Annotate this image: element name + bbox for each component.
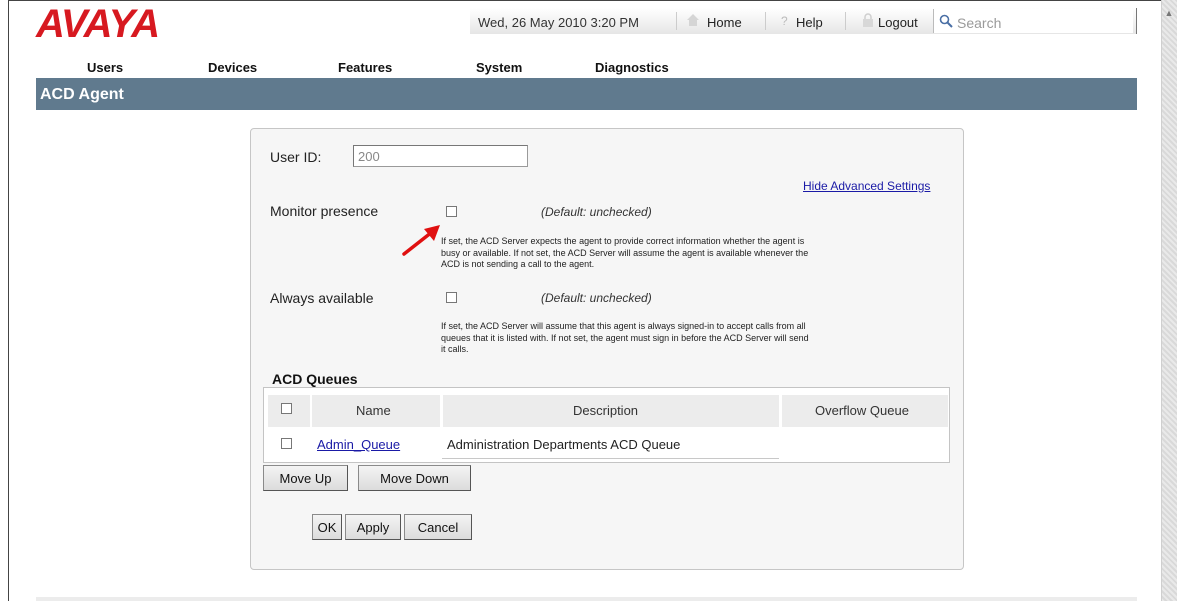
scroll-up-icon[interactable]: ▲ [1164,8,1174,18]
queue-name-link[interactable]: Admin_Queue [317,437,400,452]
divider [676,12,677,30]
help-icon[interactable]: ? [781,14,788,28]
search-placeholder[interactable]: Search [957,15,1001,31]
column-name[interactable]: Name [356,403,391,418]
logout-link[interactable]: Logout [878,15,918,30]
help-line: it calls. [441,344,469,354]
window-frame-top [8,0,1177,1]
cancel-button[interactable]: Cancel [404,514,472,540]
page-title: ACD Agent [40,86,124,103]
avaya-logo: AVAYA [36,2,160,46]
column-overflow-queue[interactable]: Overflow Queue [815,403,909,418]
select-all-checkbox[interactable] [281,403,292,414]
annotation-arrow-icon [402,225,440,256]
help-link[interactable]: Help [796,15,823,30]
vertical-scrollbar[interactable] [1161,0,1177,601]
monitor-presence-label: Monitor presence [270,203,379,219]
divider [765,12,766,30]
help-line: busy or available. If not set, the ACD S… [441,247,809,258]
home-link[interactable]: Home [707,15,742,30]
lock-icon[interactable] [862,13,874,27]
queue-description: Administration Departments ACD Queue [447,437,681,452]
always-available-label: Always available [270,290,374,306]
row-divider [442,458,779,459]
window-frame-left [8,0,9,601]
divider [1136,8,1137,34]
nav-users[interactable]: Users [87,60,123,75]
move-down-button[interactable]: Move Down [358,465,471,491]
acd-queues-heading: ACD Queues [272,371,358,387]
divider [845,12,846,30]
nav-diagnostics[interactable]: Diagnostics [595,60,669,75]
always-available-help: If set, the ACD Server will assume that … [441,321,809,356]
footer-strip [36,597,1137,601]
help-line: queues that it is listed with. If not se… [441,332,809,343]
page-title-bar [36,78,1137,110]
always-available-default: (Default: unchecked) [541,291,652,305]
monitor-presence-help: If set, the ACD Server expects the agent… [441,236,808,271]
current-datetime: Wed, 26 May 2010 3:20 PM [478,15,639,30]
nav-devices[interactable]: Devices [208,60,257,75]
column-description[interactable]: Description [573,403,638,418]
nav-system[interactable]: System [476,60,522,75]
hide-advanced-settings-link[interactable]: Hide Advanced Settings [803,179,930,193]
home-icon[interactable] [686,13,700,27]
help-line: If set, the ACD Server expects the agent… [441,236,805,246]
monitor-presence-default: (Default: unchecked) [541,205,652,219]
user-id-label: User ID: [270,149,322,165]
move-up-button[interactable]: Move Up [263,465,348,491]
search-icon[interactable] [939,14,953,28]
always-available-checkbox[interactable] [446,292,457,303]
monitor-presence-checkbox[interactable] [446,206,457,217]
help-line: ACD is not sending a call to the agent. [441,259,595,269]
help-line: If set, the ACD Server will assume that … [441,321,806,331]
user-id-field[interactable] [353,145,528,167]
apply-button[interactable]: Apply [345,514,401,540]
row-checkbox[interactable] [281,438,292,449]
nav-features[interactable]: Features [338,60,392,75]
ok-button[interactable]: OK [312,514,342,540]
